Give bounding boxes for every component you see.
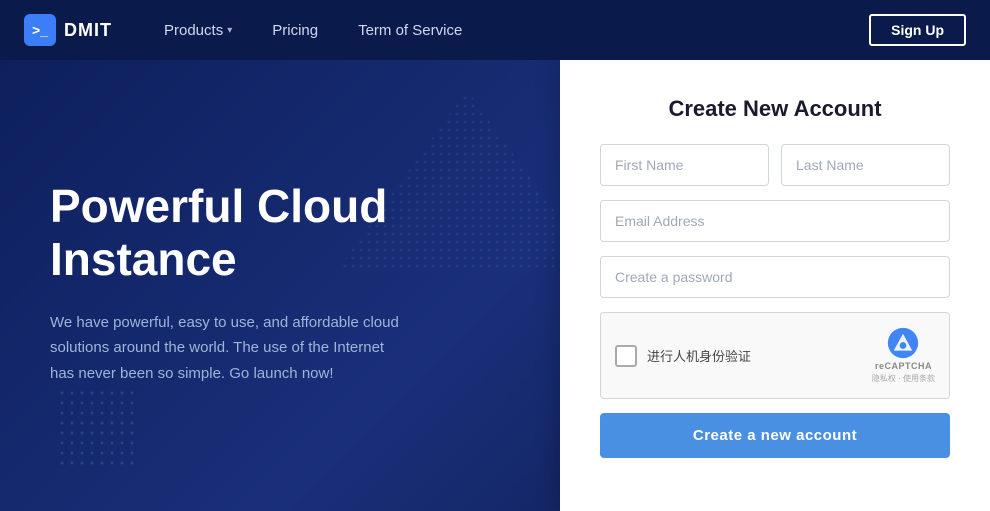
registration-form-panel: Create New Account 进行人机身份验证 reCAPTCHA 隐私… bbox=[560, 60, 990, 511]
form-title: Create New Account bbox=[600, 96, 950, 122]
recaptcha-logo-icon bbox=[887, 327, 919, 359]
recaptcha-terms-label: 隐私权 · 使用条款 bbox=[872, 373, 935, 384]
recaptcha-brand-label: reCAPTCHA bbox=[875, 361, 932, 371]
logo-area: >_ DMIT bbox=[24, 14, 112, 46]
create-account-button[interactable]: Create a new account bbox=[600, 413, 950, 458]
recaptcha-branding: reCAPTCHA 隐私权 · 使用条款 bbox=[872, 327, 935, 384]
signup-button[interactable]: Sign Up bbox=[869, 14, 966, 46]
email-input[interactable] bbox=[600, 200, 950, 242]
last-name-input[interactable] bbox=[781, 144, 950, 186]
nav-item-tos[interactable]: Term of Service bbox=[338, 22, 482, 39]
recaptcha-widget[interactable]: 进行人机身份验证 reCAPTCHA 隐私权 · 使用条款 bbox=[600, 312, 950, 399]
recaptcha-left: 进行人机身份验证 bbox=[615, 345, 751, 367]
nav-links: Products ▾ Pricing Term of Service bbox=[144, 22, 869, 39]
recaptcha-checkbox[interactable] bbox=[615, 345, 637, 367]
logo-text: DMIT bbox=[64, 20, 112, 41]
nav-item-products[interactable]: Products ▾ bbox=[144, 22, 252, 39]
navbar: >_ DMIT Products ▾ Pricing Term of Servi… bbox=[0, 0, 990, 60]
chevron-down-icon: ▾ bbox=[227, 25, 232, 36]
password-input[interactable] bbox=[600, 256, 950, 298]
hero-section: Powerful Cloud Instance We have powerful… bbox=[0, 60, 560, 511]
hero-description: We have powerful, easy to use, and affor… bbox=[50, 310, 410, 387]
recaptcha-label: 进行人机身份验证 bbox=[647, 346, 751, 365]
logo-icon: >_ bbox=[24, 14, 56, 46]
first-name-input[interactable] bbox=[600, 144, 769, 186]
hero-title: Powerful Cloud Instance bbox=[50, 180, 520, 286]
nav-item-pricing[interactable]: Pricing bbox=[252, 22, 338, 39]
main-section: Powerful Cloud Instance We have powerful… bbox=[0, 60, 990, 511]
name-row bbox=[600, 144, 950, 186]
